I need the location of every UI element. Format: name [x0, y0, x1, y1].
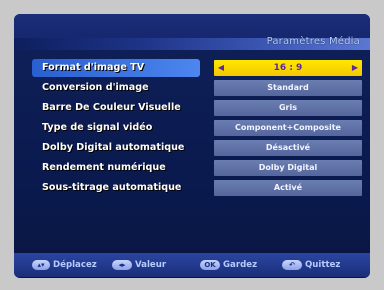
- menu-item-label: Dolby Digital automatique: [42, 142, 185, 153]
- menu-item-conversion-image[interactable]: Conversion d'image Standard: [32, 79, 362, 97]
- menu-item-label: Conversion d'image: [42, 82, 149, 93]
- tv-frame: Paramètres Média Format d'image TV ◀ 16 …: [0, 0, 384, 290]
- menu-item-rendement-numerique[interactable]: Rendement numérique Dolby Digital: [32, 159, 362, 177]
- menu-item-label: Rendement numérique: [42, 162, 166, 173]
- menu-item-value[interactable]: Dolby Digital: [214, 160, 362, 176]
- menu-item-dolby-digital-auto[interactable]: Dolby Digital automatique Désactivé: [32, 139, 362, 157]
- hint-ok: OK Gardez: [200, 259, 257, 271]
- hint-value-label: Valeur: [135, 260, 167, 270]
- left-right-icon: ◂▸: [112, 260, 132, 270]
- page-title: Paramètres Média: [266, 36, 360, 47]
- hint-value: ◂▸ Valeur: [112, 259, 166, 271]
- menu-item-label: Type de signal vidéo: [42, 122, 153, 133]
- hint-move: ▴▾ Déplacez: [32, 259, 97, 271]
- menu-item-sous-titrage-auto[interactable]: Sous-titrage automatique Activé: [32, 179, 362, 197]
- hint-move-label: Déplacez: [53, 260, 97, 270]
- menu-item-value[interactable]: Désactivé: [214, 140, 362, 156]
- hint-exit: ↶ Quittez: [282, 259, 340, 271]
- menu-item-value-selector[interactable]: ◀ 16 : 9 ▶: [214, 60, 362, 76]
- menu-item-value[interactable]: Activé: [214, 180, 362, 196]
- menu-item-format-image-tv[interactable]: Format d'image TV ◀ 16 : 9 ▶: [32, 59, 362, 77]
- menu-item-value[interactable]: Standard: [214, 80, 362, 96]
- hint-exit-label: Quittez: [305, 260, 341, 270]
- menu-item-value[interactable]: Component+Composite: [214, 120, 362, 136]
- menu-item-type-signal-video[interactable]: Type de signal vidéo Component+Composite: [32, 119, 362, 137]
- menu-item-label: Format d'image TV: [32, 59, 200, 77]
- left-arrow-icon[interactable]: ◀: [216, 60, 226, 76]
- menu-item-label: Barre De Couleur Visuelle: [42, 102, 181, 113]
- menu-item-label: Sous-titrage automatique: [42, 182, 182, 193]
- help-bar: ▴▾ Déplacez ◂▸ Valeur OK Gardez ↶ Quitte…: [14, 253, 370, 277]
- hint-ok-label: Gardez: [223, 260, 258, 270]
- exit-key-icon: ↶: [282, 260, 302, 270]
- title-bar: Paramètres Média: [14, 14, 370, 50]
- right-arrow-icon[interactable]: ▶: [350, 60, 360, 76]
- menu-item-value[interactable]: Gris: [214, 100, 362, 116]
- up-down-icon: ▴▾: [32, 260, 50, 270]
- menu-item-value: 16 : 9: [273, 63, 303, 73]
- settings-menu: Format d'image TV ◀ 16 : 9 ▶ Conversion …: [32, 59, 362, 199]
- ok-key-icon: OK: [200, 260, 220, 270]
- osd-screen: Paramètres Média Format d'image TV ◀ 16 …: [14, 14, 370, 278]
- menu-item-barre-couleur[interactable]: Barre De Couleur Visuelle Gris: [32, 99, 362, 117]
